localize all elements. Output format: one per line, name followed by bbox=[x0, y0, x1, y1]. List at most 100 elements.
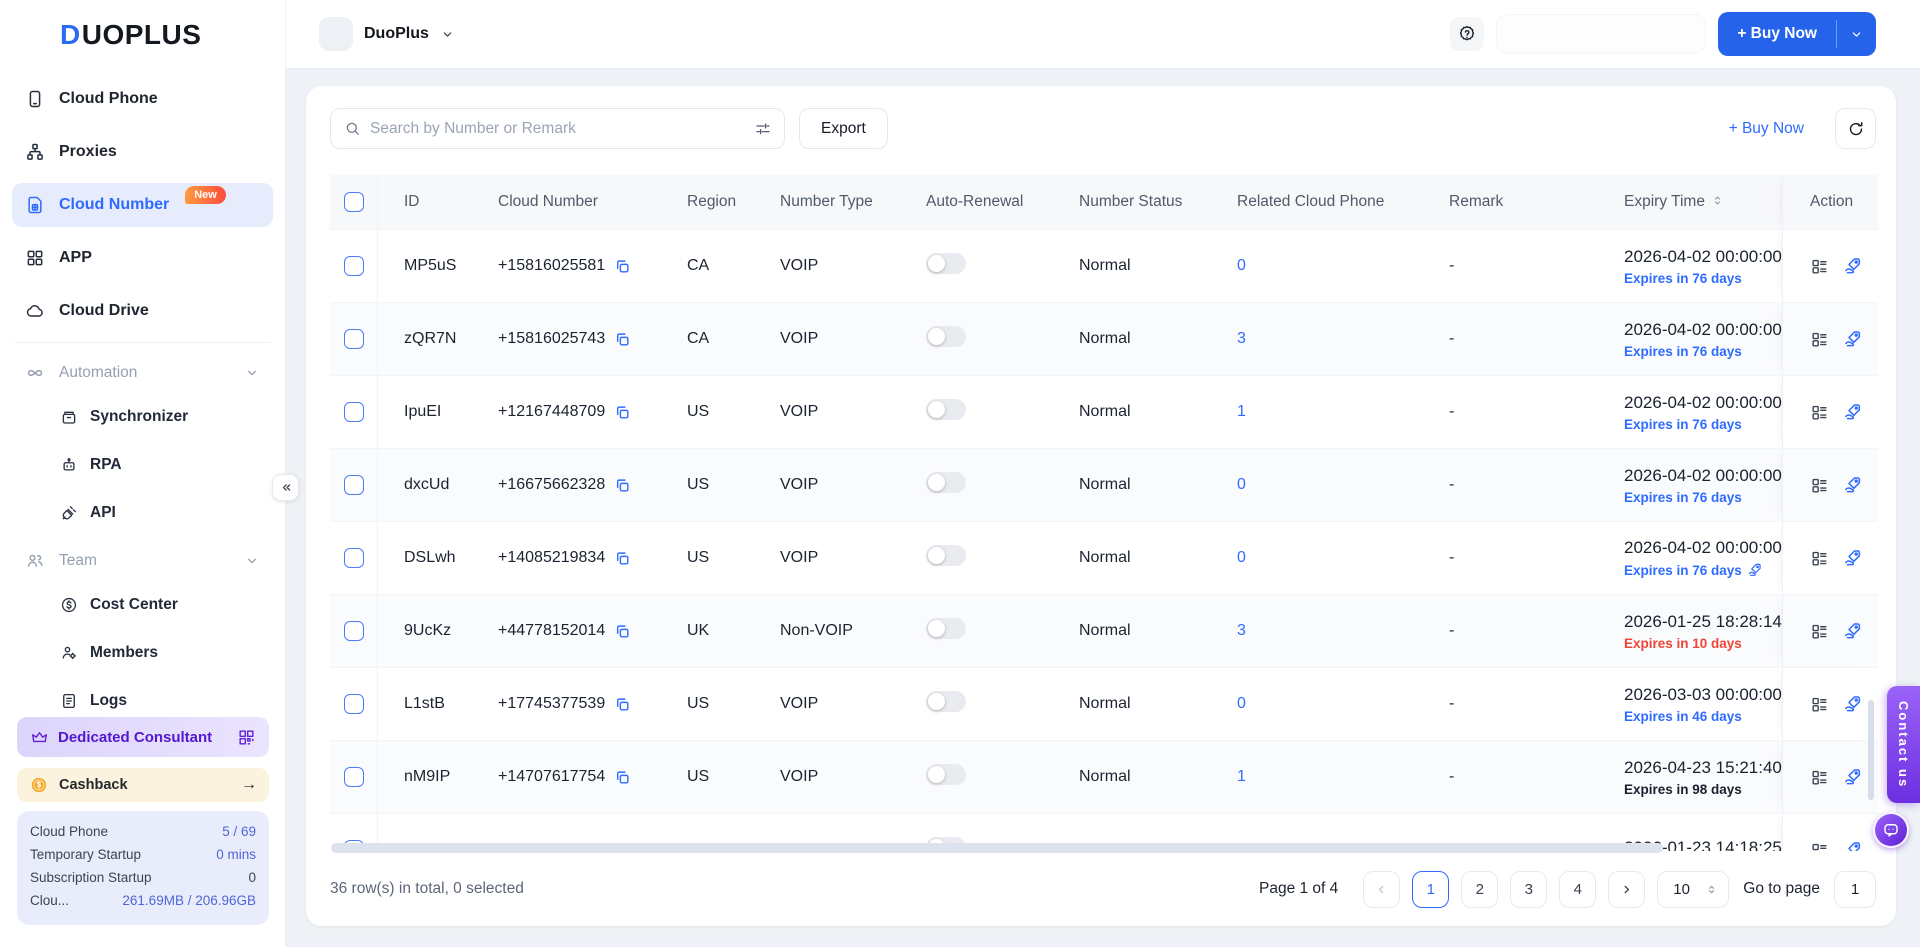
row-checkbox[interactable] bbox=[344, 548, 364, 568]
related-cloud-phone-link[interactable]: 0 bbox=[1237, 257, 1246, 274]
details-icon[interactable] bbox=[1810, 768, 1829, 787]
page-button-4[interactable]: 4 bbox=[1559, 871, 1596, 908]
sidebar-item-cloud-number[interactable]: Cloud NumberNew bbox=[12, 183, 273, 227]
related-cloud-phone-link[interactable]: 3 bbox=[1237, 622, 1246, 639]
table-row: zQR7N +15816025743 CA VOIP Normal 3 - 20… bbox=[330, 302, 1878, 375]
next-page-button[interactable] bbox=[1608, 871, 1645, 908]
copy-icon[interactable] bbox=[614, 404, 631, 421]
sidebar-item-cost-center[interactable]: Cost Center bbox=[12, 583, 273, 627]
page-button-3[interactable]: 3 bbox=[1510, 871, 1547, 908]
renew-icon[interactable] bbox=[1843, 621, 1863, 641]
sidebar-item-members[interactable]: Members bbox=[12, 631, 273, 675]
stat-cloud-storage: Clou...261.69MB / 206.96GB bbox=[30, 893, 256, 908]
auto-renewal-toggle[interactable] bbox=[926, 691, 966, 712]
page-button-1[interactable]: 1 bbox=[1412, 871, 1449, 908]
goto-page-input[interactable] bbox=[1834, 871, 1876, 908]
workspace-selector[interactable]: DuoPlus bbox=[319, 17, 455, 51]
copy-icon[interactable] bbox=[614, 696, 631, 713]
qr-code-icon[interactable] bbox=[237, 728, 256, 747]
sidebar-group-team[interactable]: Team bbox=[12, 539, 273, 583]
sort-icon[interactable] bbox=[1710, 193, 1725, 208]
cashback-button[interactable]: Cashback → bbox=[17, 768, 269, 802]
help-button[interactable] bbox=[1450, 17, 1484, 51]
cell-number-type: Non-VOIP bbox=[754, 622, 900, 640]
related-cloud-phone-link[interactable]: 1 bbox=[1237, 768, 1246, 785]
renew-icon[interactable] bbox=[1843, 548, 1863, 568]
cell-number-type: VOIP bbox=[754, 768, 900, 786]
row-checkbox[interactable] bbox=[344, 329, 364, 349]
details-icon[interactable] bbox=[1810, 330, 1829, 349]
details-icon[interactable] bbox=[1810, 841, 1829, 852]
related-cloud-phone-link[interactable]: 0 bbox=[1237, 695, 1246, 712]
related-cloud-phone-link[interactable]: 1 bbox=[1237, 403, 1246, 420]
renew-icon[interactable] bbox=[1843, 840, 1863, 851]
copy-icon[interactable] bbox=[614, 769, 631, 786]
details-icon[interactable] bbox=[1810, 695, 1829, 714]
sidebar-item-api[interactable]: API bbox=[12, 491, 273, 535]
auto-renewal-toggle[interactable] bbox=[926, 764, 966, 785]
sidebar-group-automation[interactable]: Automation bbox=[12, 351, 273, 395]
related-cloud-phone-link[interactable]: 0 bbox=[1237, 476, 1246, 493]
details-icon[interactable] bbox=[1810, 549, 1829, 568]
sidebar-item-rpa[interactable]: RPA bbox=[12, 443, 273, 487]
vertical-scrollbar[interactable] bbox=[1868, 700, 1874, 800]
auto-renewal-toggle[interactable] bbox=[926, 618, 966, 639]
buy-now-label[interactable]: + Buy Now bbox=[1718, 12, 1836, 56]
renew-icon[interactable] bbox=[1843, 694, 1863, 714]
sidebar-item-cloud-drive[interactable]: Cloud Drive bbox=[12, 289, 273, 333]
select-all-checkbox[interactable] bbox=[344, 192, 364, 212]
auto-renewal-toggle[interactable] bbox=[926, 472, 966, 493]
page-button-2[interactable]: 2 bbox=[1461, 871, 1498, 908]
details-icon[interactable] bbox=[1810, 403, 1829, 422]
renew-icon[interactable] bbox=[1747, 562, 1763, 578]
details-icon[interactable] bbox=[1810, 476, 1829, 495]
horizontal-scrollbar[interactable] bbox=[331, 843, 1663, 853]
buy-now-dropdown[interactable] bbox=[1837, 12, 1876, 56]
row-checkbox[interactable] bbox=[344, 475, 364, 495]
prev-page-button[interactable] bbox=[1363, 871, 1400, 908]
refresh-button[interactable] bbox=[1835, 108, 1876, 149]
row-checkbox[interactable] bbox=[344, 694, 364, 714]
renew-icon[interactable] bbox=[1843, 767, 1863, 787]
renew-icon[interactable] bbox=[1843, 256, 1863, 276]
renew-icon[interactable] bbox=[1843, 329, 1863, 349]
auto-renewal-toggle[interactable] bbox=[926, 326, 966, 347]
row-checkbox[interactable] bbox=[344, 621, 364, 641]
details-icon[interactable] bbox=[1810, 257, 1829, 276]
sidebar-item-cloud-phone[interactable]: Cloud Phone bbox=[12, 77, 273, 121]
workspace-avatar bbox=[319, 17, 353, 51]
sidebar-collapse-button[interactable] bbox=[272, 474, 299, 501]
buy-now-button[interactable]: + Buy Now bbox=[1718, 12, 1876, 56]
related-cloud-phone-link[interactable]: 3 bbox=[1237, 330, 1246, 347]
search-input[interactable] bbox=[370, 120, 745, 138]
renew-icon[interactable] bbox=[1843, 402, 1863, 422]
copy-icon[interactable] bbox=[614, 623, 631, 640]
related-cloud-phone-link[interactable]: 0 bbox=[1237, 549, 1246, 566]
contact-chat-bubble[interactable] bbox=[1873, 812, 1909, 848]
cashback-label: Cashback bbox=[59, 777, 128, 793]
auto-renewal-toggle[interactable] bbox=[926, 399, 966, 420]
sidebar-item-proxies[interactable]: Proxies bbox=[12, 130, 273, 174]
auto-renewal-toggle[interactable] bbox=[926, 253, 966, 274]
copy-icon[interactable] bbox=[614, 258, 631, 275]
cell-number-status: Normal bbox=[1053, 330, 1211, 348]
row-checkbox[interactable] bbox=[344, 402, 364, 422]
copy-icon[interactable] bbox=[614, 477, 631, 494]
toggle-knob bbox=[928, 474, 945, 491]
dedicated-consultant-button[interactable]: Dedicated Consultant bbox=[17, 717, 269, 757]
buy-now-link[interactable]: + Buy Now bbox=[1729, 120, 1804, 138]
row-checkbox[interactable] bbox=[344, 256, 364, 276]
copy-icon[interactable] bbox=[614, 331, 631, 348]
chevron-down-icon bbox=[440, 27, 455, 42]
auto-renewal-toggle[interactable] bbox=[926, 545, 966, 566]
copy-icon[interactable] bbox=[614, 550, 631, 567]
row-checkbox[interactable] bbox=[344, 767, 364, 787]
page-size-select[interactable]: 10 bbox=[1657, 871, 1729, 908]
sidebar-item-synchronizer[interactable]: Synchronizer bbox=[12, 395, 273, 439]
details-icon[interactable] bbox=[1810, 622, 1829, 641]
contact-us-tab[interactable]: Contact us bbox=[1887, 686, 1920, 803]
renew-icon[interactable] bbox=[1843, 475, 1863, 495]
sidebar-item-app[interactable]: APP bbox=[12, 236, 273, 280]
filter-sliders-icon[interactable] bbox=[754, 120, 772, 138]
export-button[interactable]: Export bbox=[799, 108, 888, 149]
